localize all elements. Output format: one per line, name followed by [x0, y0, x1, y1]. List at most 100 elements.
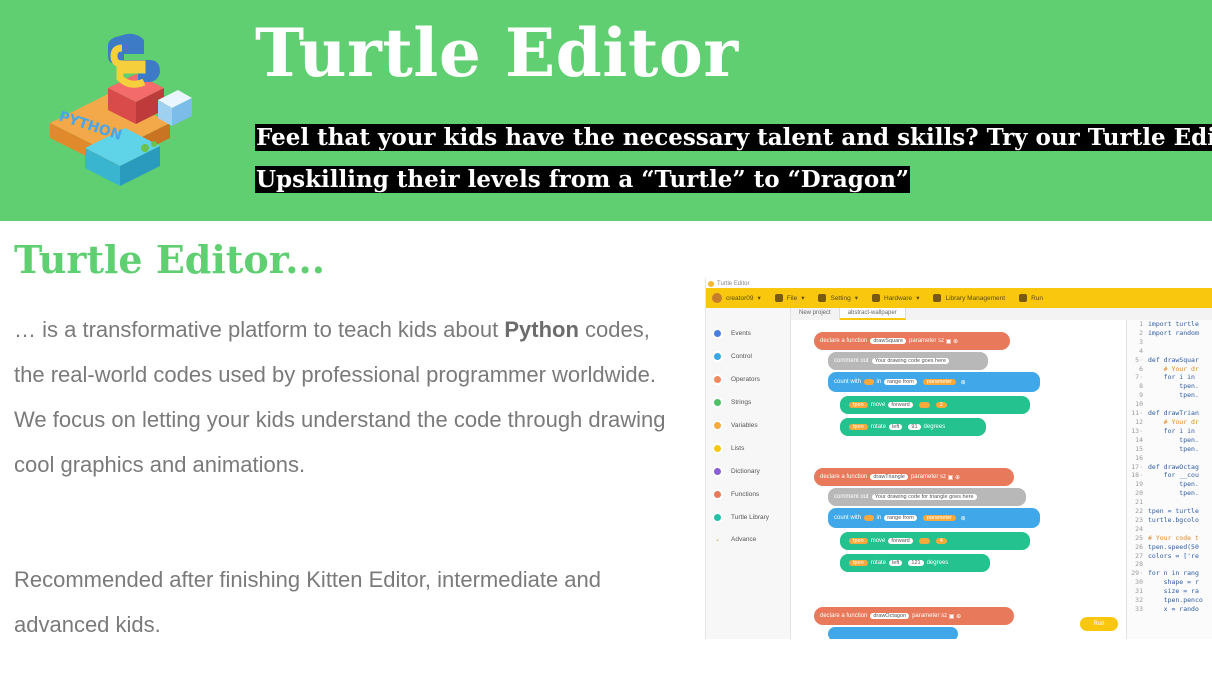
line-number: 16: [1135, 453, 1143, 462]
line-number: 28: [1135, 560, 1143, 569]
variables-icon: [712, 420, 723, 431]
code-text: tpen.: [1148, 489, 1199, 498]
code-line: 27 colors = ['re: [1127, 552, 1212, 561]
code-line: 4: [1127, 347, 1212, 356]
code-text: # Your dr: [1148, 417, 1199, 426]
line-number: 30: [1135, 578, 1143, 587]
tab-abstract-wallpaper[interactable]: abstract-wallpaper: [839, 308, 906, 320]
code-text: tpen.speed(50: [1148, 542, 1199, 551]
category-lists[interactable]: Lists: [712, 443, 744, 454]
line-number: 11·: [1131, 409, 1143, 418]
gear-icon: [818, 294, 827, 302]
editor-menubar: creator09 ▾ File ▾ Setting ▾ Hardware ▾ …: [706, 288, 1212, 308]
code-line: 7· for i in: [1127, 373, 1212, 382]
rotate-left-block[interactable]: tpen rotate left 91 degrees: [840, 418, 986, 436]
folder-icon: [774, 294, 783, 302]
category-advance[interactable]: ⌄ Advance: [712, 535, 757, 544]
tagline-line-1: Feel that your kids have the necessary t…: [255, 124, 1212, 151]
code-line: 21: [1127, 498, 1212, 507]
avatar: [712, 293, 722, 303]
count-with-block[interactable]: count with in range from parameter ⊕: [828, 372, 1040, 392]
code-line: 11· def drawTrian: [1127, 409, 1212, 418]
code-line: 14 tpen.: [1127, 436, 1212, 445]
run-icon: [1019, 294, 1028, 302]
code-text: tpen = turtle: [1148, 507, 1199, 516]
line-number: 14: [1135, 435, 1143, 444]
intro-paragraph: … is a transformative platform to teach …: [14, 307, 674, 487]
line-number: 18·: [1131, 471, 1143, 480]
declare-function-block[interactable]: declare a function drawOctagon parameter s…: [814, 607, 1014, 625]
code-line: 9 tpen.: [1127, 391, 1212, 400]
window-caption: Turtle Editor: [708, 279, 749, 288]
declare-function-block[interactable]: declare a function drawTriangle parameter …: [814, 468, 1014, 486]
block-category-sidebar: Events Control Operators Strings Variabl…: [706, 308, 791, 639]
control-icon: [712, 351, 723, 362]
code-line: 12 # Your dr: [1127, 418, 1212, 427]
code-line: 13· for i in: [1127, 427, 1212, 436]
line-number: 8: [1139, 382, 1143, 391]
functions-icon: [712, 489, 723, 500]
line-number: 9: [1139, 391, 1143, 400]
line-number: 23: [1135, 515, 1143, 524]
code-text: # Your dr: [1148, 364, 1199, 373]
move-forward-block[interactable]: tpen move forward 4: [840, 532, 1030, 550]
code-text: size = ra: [1148, 587, 1199, 596]
run-menu[interactable]: Run: [1019, 294, 1043, 302]
file-menu[interactable]: File ▾: [774, 294, 804, 302]
line-number: 1: [1139, 320, 1143, 328]
code-line: 22 tpen = turtle: [1127, 507, 1212, 516]
category-strings[interactable]: Strings: [712, 397, 751, 408]
code-line: 3: [1127, 338, 1212, 347]
comment-block[interactable]: comment out Your drawing code for triangl…: [828, 488, 1026, 506]
run-button[interactable]: Run: [1080, 617, 1118, 631]
tagline-line-2: Upskilling their levels from a “Turtle” …: [255, 166, 911, 193]
line-number: 13·: [1131, 426, 1143, 435]
code-text: tpen.: [1148, 480, 1199, 489]
code-line: 8 tpen.: [1127, 382, 1212, 391]
category-events[interactable]: Events: [712, 328, 751, 339]
declare-function-block[interactable]: declare a function drawSquare parameter sz…: [814, 332, 1010, 350]
category-turtle-library[interactable]: Turtle Library: [712, 512, 769, 523]
library-menu[interactable]: Library Management: [933, 294, 1005, 302]
python-code-pane[interactable]: 1 import turtle 2 import random 3 4 5· def draw…: [1126, 320, 1212, 639]
category-functions[interactable]: Functions: [712, 489, 759, 500]
line-number: 31: [1135, 587, 1143, 596]
code-line: 16: [1127, 454, 1212, 463]
lists-icon: [712, 443, 723, 454]
code-text: shape = r: [1148, 578, 1199, 587]
move-forward-block[interactable]: tpen move forward 2: [840, 396, 1030, 414]
page-title: Turtle Editor: [255, 14, 739, 92]
code-line: 25 # Your code t: [1127, 534, 1212, 543]
line-number: 19: [1135, 480, 1143, 489]
count-with-block[interactable]: [828, 627, 958, 639]
rotate-left-block[interactable]: tpen rotate left 121 degrees: [840, 554, 990, 572]
count-with-block[interactable]: count with in range from parameter ⊕: [828, 508, 1040, 528]
comment-block[interactable]: comment out Your drawing code goes here: [828, 352, 988, 370]
code-text: x = rando: [1148, 605, 1199, 613]
code-text: import random: [1148, 328, 1199, 337]
code-line: 29· for n in rang: [1127, 569, 1212, 578]
line-number: 17·: [1131, 462, 1143, 471]
category-operators[interactable]: Operators: [712, 374, 760, 385]
line-number: 33: [1135, 605, 1143, 613]
category-dictionary[interactable]: Dictionary: [712, 466, 760, 477]
code-line: 15 tpen.: [1127, 445, 1212, 454]
tab-new-project[interactable]: New project: [791, 308, 840, 320]
hardware-menu[interactable]: Hardware ▾: [872, 294, 919, 302]
setting-menu[interactable]: Setting ▾: [818, 294, 858, 302]
code-text: tpen.: [1148, 391, 1199, 400]
hero-banner: PYTHON Turtle Editor Feel that your kids…: [0, 0, 1212, 221]
line-number: 15: [1135, 444, 1143, 453]
user-menu[interactable]: creator09 ▾: [712, 293, 761, 303]
code-line: 33 x = rando: [1127, 605, 1212, 614]
robot-icon: [872, 294, 880, 302]
line-number: 22: [1135, 507, 1143, 516]
code-line: 10: [1127, 400, 1212, 409]
category-control[interactable]: Control: [712, 351, 752, 362]
category-variables[interactable]: Variables: [712, 420, 758, 431]
block-canvas[interactable]: declare a function drawSquare parameter sz…: [792, 320, 1122, 639]
line-number: 6: [1139, 364, 1143, 373]
hero-tagline: Feel that your kids have the necessary t…: [255, 117, 1212, 201]
line-number: 3: [1139, 337, 1143, 346]
code-text: def drawOctag: [1148, 462, 1199, 471]
